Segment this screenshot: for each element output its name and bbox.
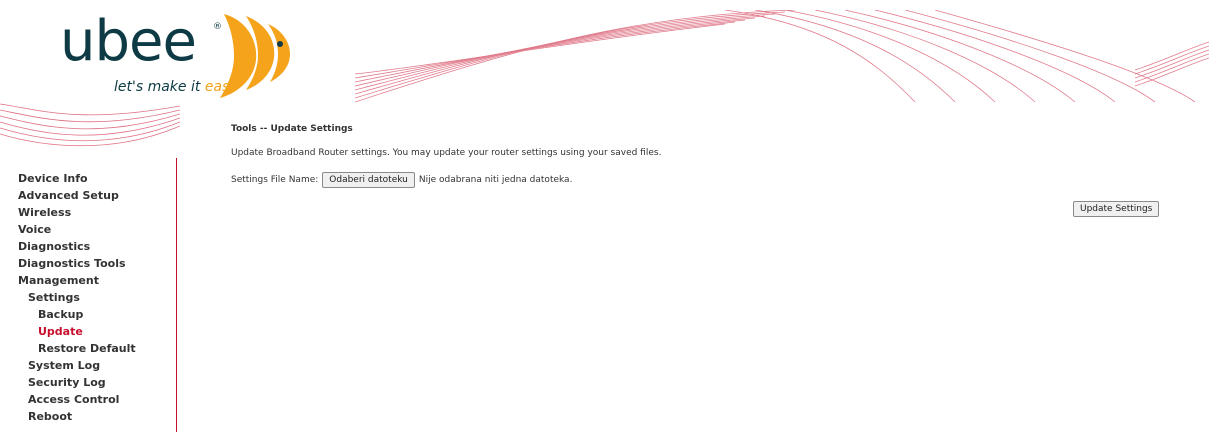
sidebar-wave-decoration: [0, 103, 180, 147]
sidebar-item-advanced-setup[interactable]: Advanced Setup: [18, 187, 136, 204]
sidebar-item-restore-default[interactable]: Restore Default: [18, 340, 136, 357]
header: ubee ® let's make it easy: [0, 0, 1209, 103]
sidebar-item-system-log[interactable]: System Log: [18, 357, 136, 374]
header-wave-decoration: [355, 10, 1209, 103]
sidebar-item-diagnostics[interactable]: Diagnostics: [18, 238, 136, 255]
sidebar-item-voice[interactable]: Voice: [18, 221, 136, 238]
file-status-text: Nije odabrana niti jedna datoteka.: [418, 175, 573, 185]
update-settings-button[interactable]: Update Settings: [1073, 201, 1160, 217]
file-name-label: Settings File Name:: [231, 175, 319, 185]
choose-file-button[interactable]: Odaberi datoteku: [322, 172, 415, 188]
sidebar-item-reboot[interactable]: Reboot: [18, 408, 136, 425]
tagline: let's make it easy: [114, 79, 238, 95]
logo-wordmark: ubee: [60, 9, 197, 74]
sidebar-item-device-info[interactable]: Device Info: [18, 170, 136, 187]
sidebar-item-security-log[interactable]: Security Log: [18, 374, 136, 391]
sidebar-item-backup[interactable]: Backup: [18, 306, 136, 323]
sidebar-item-wireless[interactable]: Wireless: [18, 204, 136, 221]
file-select-row: Settings File Name: Odaberi datoteku Nij…: [231, 172, 572, 188]
sidebar-item-diagnostics-tools[interactable]: Diagnostics Tools: [18, 255, 136, 272]
page-description: Update Broadband Router settings. You ma…: [231, 148, 662, 158]
sidebar-item-management[interactable]: Management: [18, 272, 136, 289]
sidebar-divider: [176, 158, 177, 432]
sidebar-item-access-control[interactable]: Access Control: [18, 391, 136, 408]
ubee-logo: ubee ® let's make it easy: [0, 0, 320, 103]
page-title: Tools -- Update Settings: [231, 124, 353, 134]
sidebar-nav: Device Info Advanced Setup Wireless Voic…: [18, 170, 136, 425]
sidebar-item-update[interactable]: Update: [18, 323, 136, 340]
sidebar-item-settings[interactable]: Settings: [18, 289, 136, 306]
